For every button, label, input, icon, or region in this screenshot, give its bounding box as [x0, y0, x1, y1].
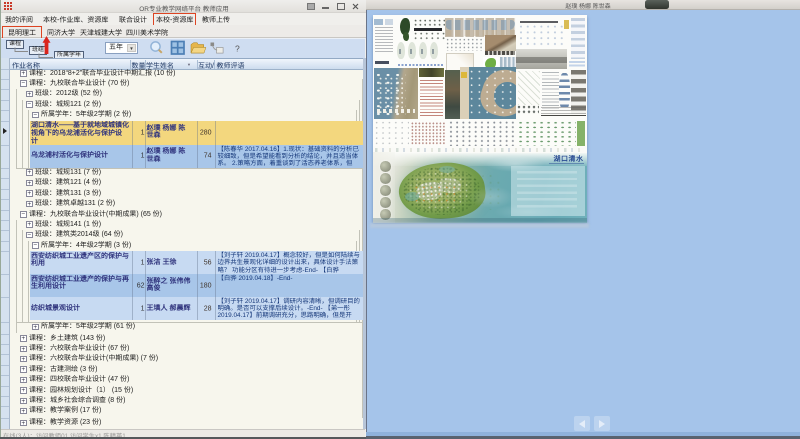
- svg-text:?: ?: [235, 44, 240, 54]
